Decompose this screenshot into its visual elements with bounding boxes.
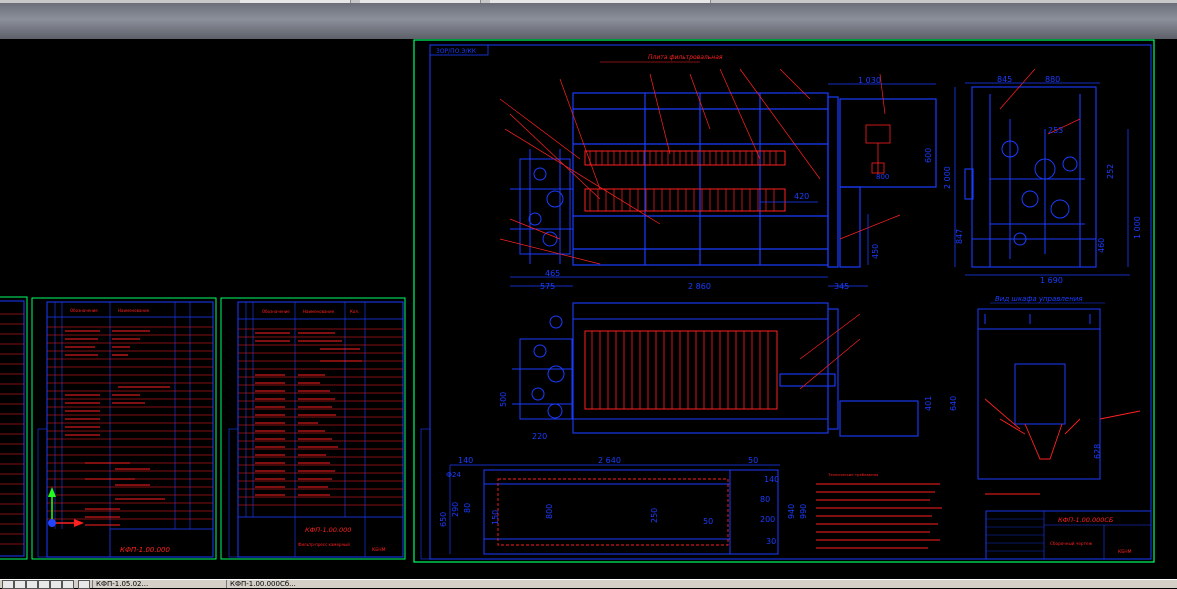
dim-1000: 1 000 bbox=[1133, 216, 1142, 239]
dim-220: 220 bbox=[532, 432, 547, 441]
spec1-header-designation: Обозначение bbox=[70, 308, 98, 313]
dim-628: 628 bbox=[1093, 444, 1102, 459]
dim-290: 290 bbox=[451, 502, 460, 517]
plate-label: Плита фильтровальная bbox=[648, 54, 723, 61]
dim-250: 250 bbox=[650, 508, 659, 523]
front-leaders bbox=[799, 313, 861, 390]
layout-button[interactable] bbox=[14, 580, 26, 589]
dim-500: 500 bbox=[499, 392, 508, 407]
dim-252: 252 bbox=[1106, 164, 1115, 179]
dim-30: 30 bbox=[766, 537, 776, 546]
dim-253: 253 bbox=[1048, 126, 1063, 135]
dim-640: 640 bbox=[949, 396, 958, 411]
title-block-name: Сборочный чертеж bbox=[1050, 541, 1093, 546]
layout-button[interactable] bbox=[50, 580, 62, 589]
dim-847: 847 bbox=[955, 229, 964, 244]
spec-sheet-2[interactable]: Обозначение Наименование Кол. КФП-1.00.0… bbox=[220, 297, 406, 560]
base-plan-hidden bbox=[497, 478, 729, 546]
spec2-name: Фильтр-пресс камерный bbox=[298, 542, 350, 547]
dim-200: 200 bbox=[760, 515, 775, 524]
pipework-front bbox=[512, 315, 573, 420]
dim-80: 80 bbox=[760, 495, 770, 504]
filter-plate-ribs-front bbox=[591, 331, 769, 409]
side-view bbox=[964, 86, 1097, 268]
dim-1690: 1 690 bbox=[1040, 276, 1063, 285]
dim-575: 575 bbox=[540, 282, 555, 291]
pipework-top bbox=[510, 149, 573, 264]
notes-title: Технические требования bbox=[827, 472, 878, 477]
model-button[interactable] bbox=[2, 580, 14, 589]
filter-plate-ribs-top bbox=[589, 151, 777, 211]
cabinet-internals bbox=[984, 398, 1141, 460]
notes-lines bbox=[816, 483, 1040, 549]
dim-990: 990 bbox=[799, 504, 808, 519]
dim-140-right: 140 bbox=[764, 475, 779, 484]
dim-phi24: Ф24 bbox=[446, 471, 461, 479]
dim-2000: 2 000 bbox=[943, 166, 952, 189]
dim-460: 460 bbox=[1097, 238, 1106, 253]
spec1-code: КФП-1.00.000 bbox=[120, 546, 171, 554]
drawing-canvas[interactable]: Обозначение Наименование КФП-1.00.000 Об… bbox=[0, 39, 1177, 579]
dim-450: 450 bbox=[871, 244, 880, 259]
title-block-org: КБНМ bbox=[1118, 549, 1132, 555]
spec2-header-designation: Обозначение bbox=[262, 309, 290, 314]
dim-465: 465 bbox=[545, 269, 560, 278]
dim-80-left: 80 bbox=[463, 503, 472, 513]
dim-2640: 2 640 bbox=[598, 456, 621, 465]
layout-button[interactable] bbox=[38, 580, 50, 589]
spec2-org: КБНМ bbox=[372, 547, 386, 553]
dim-600: 600 bbox=[924, 148, 933, 163]
spec2-header-qty: Кол. bbox=[350, 309, 359, 314]
cabinet-detail-top bbox=[865, 124, 891, 174]
dim-800-base: 800 bbox=[545, 504, 554, 519]
base-plan bbox=[483, 469, 779, 555]
spec2-code: КФП-1.00.000 bbox=[305, 526, 351, 534]
dim-140-left: 140 bbox=[458, 456, 473, 465]
main-title-block: КФП-1.00.000СБ Сборочный чертеж КБНМ bbox=[985, 510, 1152, 560]
main-corner-tag: 3ОР/ПО.Э/КК bbox=[436, 48, 477, 55]
dim-650: 650 bbox=[439, 512, 448, 527]
side-view-pipework bbox=[990, 119, 1085, 259]
dim-940: 940 bbox=[787, 504, 796, 519]
layout-button[interactable] bbox=[26, 580, 38, 589]
main-sheet[interactable]: 3ОР/ПО.Э/КК Плита фильтровальная 1 030 6… bbox=[413, 39, 1155, 563]
dim-50-inner: 50 bbox=[703, 517, 713, 526]
dim-845: 845 bbox=[997, 75, 1012, 84]
arrow-icon[interactable] bbox=[78, 580, 90, 589]
dim-150: 150 bbox=[491, 510, 500, 525]
front-view-frame bbox=[572, 302, 919, 437]
ucs-icon bbox=[48, 487, 84, 527]
filter-plates-front bbox=[584, 330, 778, 410]
filter-plates-top bbox=[584, 150, 786, 212]
spec1-header-name: Наименование bbox=[118, 308, 150, 313]
title-block-code: КФП-1.00.000СБ bbox=[1058, 516, 1114, 524]
layout-button[interactable] bbox=[62, 580, 74, 589]
dim-401: 401 bbox=[924, 396, 933, 411]
dim-50-top: 50 bbox=[748, 456, 758, 465]
spec-sheet-0 bbox=[0, 296, 28, 560]
cabinet-view bbox=[977, 308, 1101, 480]
drawing-svg: Обозначение Наименование КФП-1.00.000 Об… bbox=[0, 39, 1155, 563]
dim-880: 880 bbox=[1045, 75, 1060, 84]
spec2-header-name: Наименование bbox=[303, 309, 335, 314]
section-label: Вид шкафа управления bbox=[995, 295, 1083, 303]
dim-800: 800 bbox=[876, 173, 889, 181]
dim-2860: 2 860 bbox=[688, 282, 711, 291]
dim-420: 420 bbox=[794, 192, 809, 201]
dim-1030: 1 030 bbox=[858, 76, 881, 85]
dim-345: 345 bbox=[834, 282, 849, 291]
spec-sheet-1[interactable]: Обозначение Наименование КФП-1.00.000 bbox=[31, 297, 217, 560]
ribbon-toolbar bbox=[0, 3, 1177, 39]
